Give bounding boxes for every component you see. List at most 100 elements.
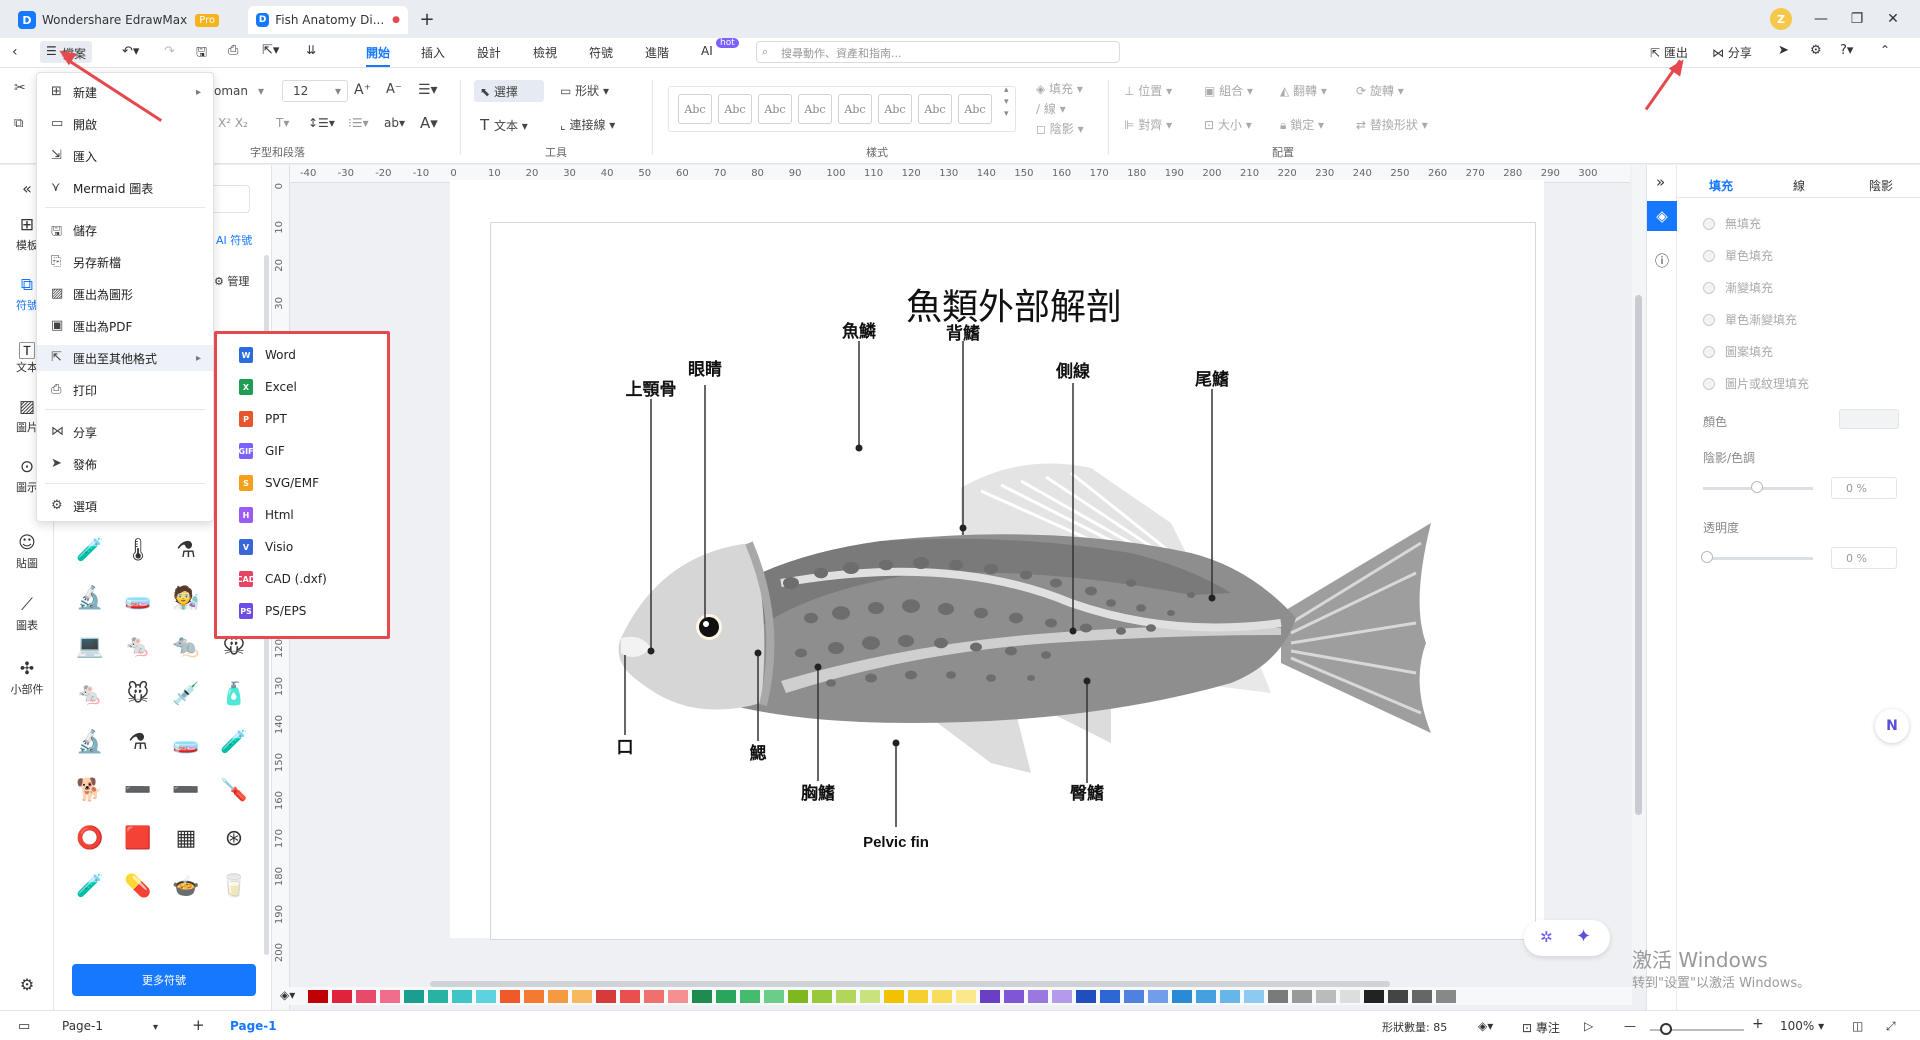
- restore-icon[interactable]: ❐: [1846, 8, 1868, 30]
- canvas-vertical-scrollbar[interactable]: [1632, 165, 1646, 975]
- color-swatch[interactable]: [572, 990, 592, 1003]
- text-tool-button[interactable]: T 文本 ▾: [480, 116, 528, 134]
- file-menu-item[interactable]: ⇲ 匯入: [37, 143, 213, 169]
- style-scroll-icon[interactable]: ▴ ▾ ▾: [1004, 84, 1009, 120]
- document-tab[interactable]: D Fish Anatomy Di... ●: [248, 6, 408, 34]
- shade-value-input[interactable]: 0 %: [1831, 477, 1897, 499]
- tab-view[interactable]: 檢視: [533, 44, 557, 61]
- export-toolbar-icon[interactable]: ⇱▾: [262, 43, 279, 58]
- replace-shape-button[interactable]: ⇄ 替換形狀 ▾: [1356, 116, 1428, 133]
- library-symbol[interactable]: 🌡: [120, 532, 156, 568]
- style-preset[interactable]: Abc: [718, 94, 752, 124]
- color-swatch[interactable]: [812, 990, 832, 1003]
- share-top-button[interactable]: ⋈ 分享: [1712, 44, 1752, 61]
- color-swatch[interactable]: [956, 990, 976, 1003]
- manage-library-button[interactable]: ⚙ 管理: [214, 273, 249, 289]
- expand-panel-icon[interactable]: »: [1656, 173, 1665, 191]
- library-symbol[interactable]: 🧪: [72, 532, 108, 568]
- rail-stickers[interactable]: ☺ 貼圖: [6, 533, 48, 571]
- add-page-icon[interactable]: +: [192, 1016, 205, 1034]
- fill-format-icon[interactable]: ◈: [1647, 201, 1677, 231]
- color-swatch[interactable]: [1172, 990, 1192, 1003]
- export-format-item[interactable]: S SVG/EMF: [217, 470, 387, 496]
- export-format-item[interactable]: V Visio: [217, 534, 387, 560]
- tab-advanced[interactable]: 進階: [645, 44, 669, 61]
- library-symbol[interactable]: 🐕: [72, 772, 108, 808]
- color-swatch[interactable]: [1244, 990, 1264, 1003]
- collapse-ribbon-icon[interactable]: ⌃: [1880, 43, 1890, 57]
- color-swatch[interactable]: [860, 990, 880, 1003]
- export-format-item[interactable]: H Html: [217, 502, 387, 528]
- library-symbol[interactable]: 🧪: [216, 724, 252, 760]
- library-symbol[interactable]: ➖: [168, 772, 204, 808]
- user-avatar[interactable]: Z: [1770, 8, 1792, 30]
- scrollbar-thumb[interactable]: [1635, 295, 1642, 815]
- library-symbol[interactable]: 🧫: [168, 724, 204, 760]
- undo-icon[interactable]: ↶▾: [122, 44, 139, 59]
- color-swatch-field[interactable]: [1839, 409, 1899, 429]
- style-preset[interactable]: Abc: [678, 94, 712, 124]
- library-symbol[interactable]: 💊: [120, 868, 156, 904]
- library-symbol[interactable]: 🟥: [120, 820, 156, 856]
- color-swatch[interactable]: [308, 990, 328, 1003]
- color-swatch[interactable]: [1292, 990, 1312, 1003]
- color-swatch[interactable]: [1220, 990, 1240, 1003]
- select-tool-button[interactable]: ⬉ 選擇: [474, 80, 544, 102]
- line-spacing-icon[interactable]: ↕☰▾: [308, 116, 335, 130]
- export-format-item[interactable]: GIF GIF: [217, 438, 387, 464]
- library-symbol[interactable]: 🪛: [216, 772, 252, 808]
- help-icon[interactable]: ?▾: [1840, 43, 1853, 58]
- color-swatch[interactable]: [1340, 990, 1360, 1003]
- shape-tool-button[interactable]: ▭ 形狀 ▾: [560, 82, 609, 99]
- copy-icon[interactable]: ⧉: [14, 116, 23, 131]
- style-preset[interactable]: Abc: [758, 94, 792, 124]
- fill-option[interactable]: 漸變填充: [1703, 279, 1773, 296]
- rail-widgets[interactable]: ✣ 小部件: [6, 659, 48, 697]
- zoom-level[interactable]: 100% ▾: [1780, 1019, 1824, 1033]
- decrease-font-icon[interactable]: A⁻: [386, 82, 402, 97]
- color-swatch[interactable]: [428, 990, 448, 1003]
- send-icon[interactable]: ➤: [1778, 43, 1789, 58]
- line-button[interactable]: ∕ 線 ▾: [1036, 100, 1066, 117]
- more-tools-icon[interactable]: ⇊: [306, 43, 316, 57]
- settings-icon[interactable]: ⚙: [1810, 43, 1822, 58]
- text-format-icon[interactable]: T▾: [276, 116, 289, 130]
- focus-mode-button[interactable]: ⊡ 專注: [1522, 1019, 1560, 1036]
- canvas-horizontal-scrollbar[interactable]: [430, 981, 1390, 987]
- zoom-slider-thumb[interactable]: [1660, 1023, 1672, 1035]
- layers-icon[interactable]: ◈▾: [1478, 1019, 1493, 1033]
- lock-button[interactable]: 🔒︎ 鎖定 ▾: [1280, 116, 1324, 133]
- align-text-icon[interactable]: ☰▾: [418, 82, 438, 98]
- transparency-value-input[interactable]: 0 %: [1831, 547, 1897, 569]
- color-swatch[interactable]: [1076, 990, 1096, 1003]
- fill-bucket-icon[interactable]: ◈▾: [280, 988, 295, 1002]
- connector-tool-button[interactable]: ⌞ 連接線 ▾: [560, 116, 615, 133]
- position-button[interactable]: ⊥ 位置 ▾: [1124, 82, 1172, 99]
- group-button[interactable]: ▣ 組合 ▾: [1204, 82, 1253, 99]
- color-swatch[interactable]: [356, 990, 376, 1003]
- tab-shadow[interactable]: 陰影: [1869, 177, 1893, 194]
- style-preset[interactable]: Abc: [958, 94, 992, 124]
- font-dropdown-icon[interactable]: ▾: [258, 84, 264, 98]
- library-symbol[interactable]: 🐁: [72, 676, 108, 712]
- library-symbol[interactable]: 🧴: [216, 676, 252, 712]
- diagram-frame[interactable]: 魚類外部解剖 魚鱗 背鰭 眼睛 上顎骨 側線 尾鰭 口 鰓 胸鰭 臀鰭 Pelv…: [490, 222, 1536, 940]
- rotate-button[interactable]: ⟳ 旋轉 ▾: [1356, 82, 1404, 99]
- export-format-item[interactable]: PS PS/EPS: [217, 598, 387, 624]
- color-swatch[interactable]: [1196, 990, 1216, 1003]
- library-symbol[interactable]: 🐁: [120, 628, 156, 664]
- rail-charts[interactable]: ⟋ 圖表: [6, 595, 48, 633]
- redo-icon[interactable]: ↷: [164, 44, 175, 59]
- search-input[interactable]: 搜尋動作、資產和指南...: [756, 41, 1120, 63]
- fullscreen-icon[interactable]: ⤢: [1886, 1019, 1896, 1034]
- shade-slider-thumb[interactable]: [1751, 481, 1763, 493]
- export-format-item[interactable]: X Excel: [217, 374, 387, 400]
- tab-line[interactable]: 線: [1793, 177, 1805, 194]
- cut-icon[interactable]: ✂: [14, 80, 26, 96]
- library-symbol[interactable]: 🧪: [72, 868, 108, 904]
- color-swatch[interactable]: [1316, 990, 1336, 1003]
- library-symbol[interactable]: ⚗: [168, 532, 204, 568]
- tab-home[interactable]: 開始: [366, 44, 391, 67]
- fill-option[interactable]: 無填充: [1703, 215, 1761, 232]
- ai-symbol-link[interactable]: AI 符號: [216, 232, 252, 248]
